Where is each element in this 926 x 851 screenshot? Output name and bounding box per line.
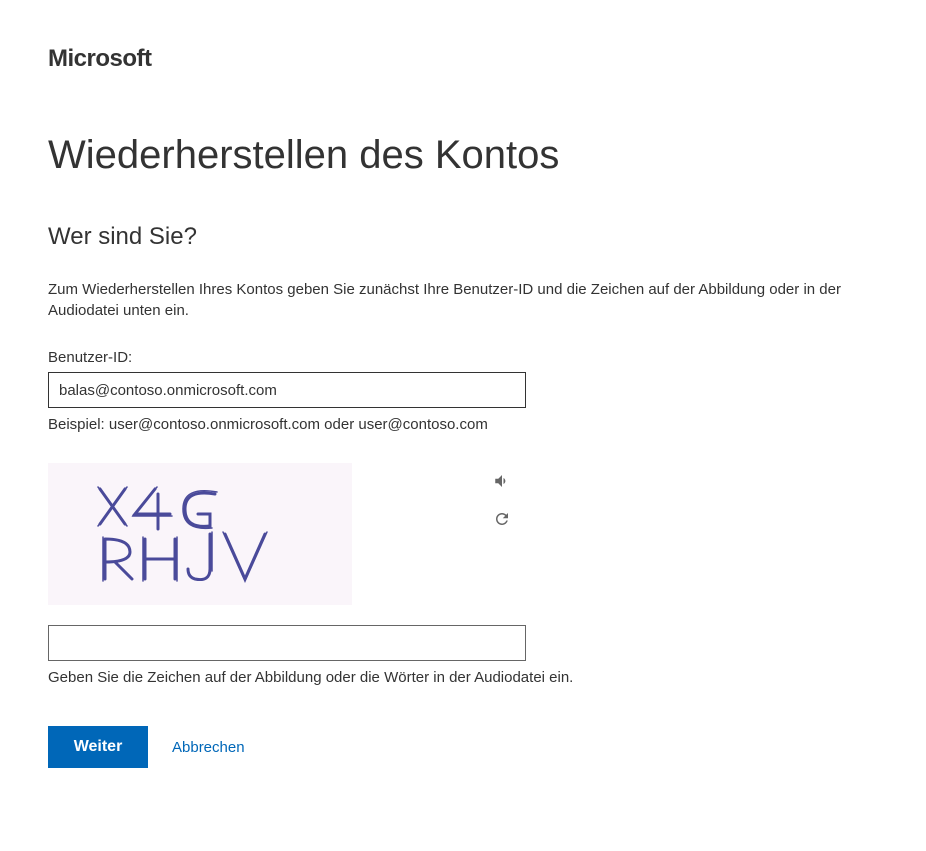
user-id-input[interactable] [48, 372, 526, 408]
user-id-example: Beispiel: user@contoso.onmicrosoft.com o… [48, 416, 878, 433]
user-id-label: Benutzer-ID: [48, 349, 878, 366]
sub-heading: Wer sind Sie? [48, 223, 878, 251]
audio-icon[interactable] [492, 471, 512, 491]
microsoft-logo: Microsoft [48, 45, 878, 73]
captcha-input[interactable] [48, 625, 526, 661]
page-title: Wiederherstellen des Kontos [48, 133, 878, 178]
refresh-icon[interactable] [492, 509, 512, 529]
captcha-image [48, 463, 352, 605]
captcha-help-text: Geben Sie die Zeichen auf der Abbildung … [48, 669, 878, 686]
next-button[interactable]: Weiter [48, 726, 148, 768]
description-text: Zum Wiederherstellen Ihres Kontos geben … [48, 279, 878, 321]
cancel-button[interactable]: Abbrechen [172, 739, 245, 756]
